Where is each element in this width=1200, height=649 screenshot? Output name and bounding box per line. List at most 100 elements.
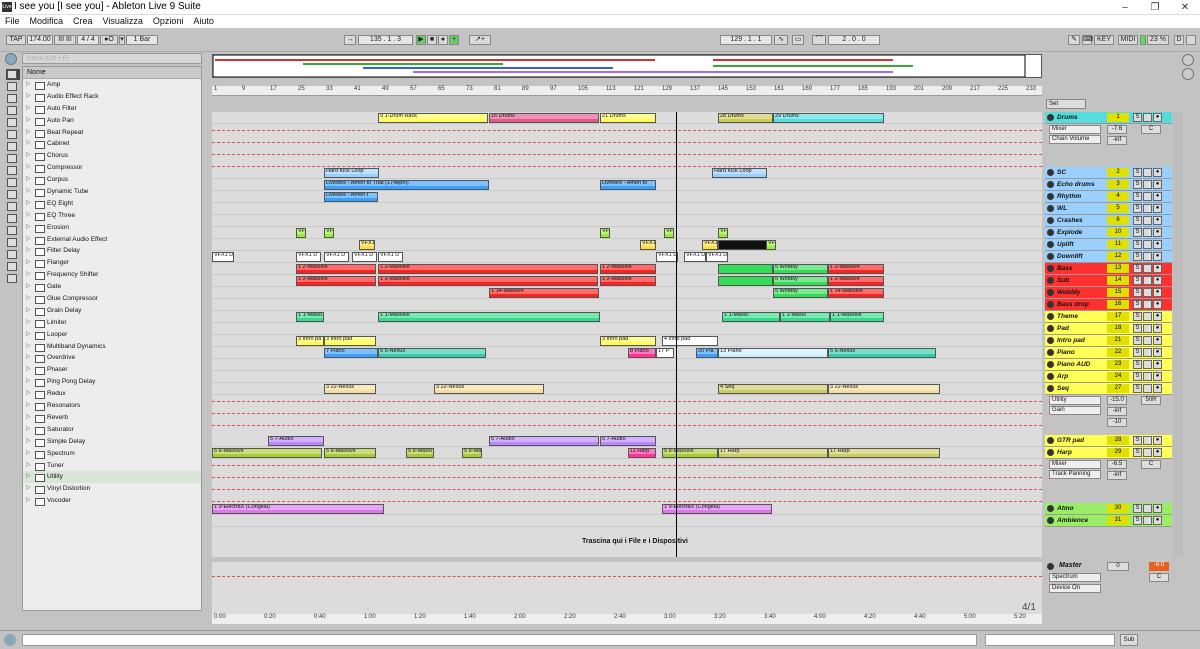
track-activator[interactable]: 10 [1107,228,1129,237]
stop-icon[interactable]: ■ [427,35,437,45]
browser-item[interactable]: Reverb [23,412,201,424]
browser-item[interactable]: Overdrive [23,352,201,364]
track-header[interactable]: Drums 1 S ● [1045,112,1172,124]
arrangement-lane[interactable] [212,239,1042,251]
arm-button[interactable] [1143,180,1152,189]
solo-button[interactable]: S [1133,192,1142,201]
arrangement-lane[interactable] [212,311,1042,323]
master-lane[interactable]: 4/1 [212,562,1042,614]
parameter-value[interactable]: -15.0 [1107,396,1127,405]
arrangement-clip[interactable]: 17 Harp [828,448,940,458]
arm-button[interactable] [1143,288,1152,297]
track-fold-icon[interactable] [1047,193,1054,200]
browser-item[interactable]: Phaser [23,364,201,376]
track-activator[interactable]: 17 [1107,312,1129,321]
browser-item[interactable]: Amp [23,79,201,91]
arrangement-clip[interactable]: VFX1 D [296,252,321,262]
session-view-icon[interactable] [1182,68,1194,80]
track-activator[interactable]: 24 [1107,372,1129,381]
track-fold-icon[interactable] [1047,217,1054,224]
draw-mode-icon[interactable]: ✎ [1068,35,1080,45]
browser-item[interactable]: Looper [23,329,201,341]
arrangement-clip[interactable]: 5 8-Massive [324,448,376,458]
record-button[interactable]: ● [1153,240,1162,249]
browser-item[interactable]: Corpus [23,174,201,186]
track-activator[interactable]: 11 [1107,240,1129,249]
browser-item[interactable]: Auto Filter [23,103,201,115]
maximize-button[interactable]: ❐ [1140,0,1170,15]
record-button[interactable]: ● [1153,113,1162,122]
arrangement-clip[interactable] [718,240,772,250]
browser-item[interactable]: EQ Three [23,210,201,222]
track-header[interactable]: Piano AUD 23 S ● [1045,359,1172,371]
record-button[interactable]: ● [1153,436,1162,445]
view-toggle-icons[interactable] [1142,634,1194,646]
track-header[interactable]: Rhythm 4 S ● [1045,191,1172,203]
solo-button[interactable]: S [1133,204,1142,213]
track-fold-icon[interactable] [1047,241,1054,248]
master-volume[interactable]: -6.0 [1149,562,1169,571]
solo-button[interactable]: S [1133,448,1142,457]
folder-icon[interactable] [7,214,17,223]
track-activator[interactable]: 18 [1107,324,1129,333]
solo-button[interactable]: S [1133,516,1142,525]
browser-item[interactable]: Multiband Dynamics [23,341,201,353]
current-project-icon[interactable] [7,202,17,211]
record-button[interactable]: ● [1153,360,1162,369]
record-button[interactable]: ● [1153,372,1162,381]
browser-item[interactable]: Spectrum [23,448,201,460]
track-header[interactable]: Harp 29 S ● [1045,447,1172,459]
arrangement-clip[interactable]: 1 1-Massi [296,312,324,322]
solo-button[interactable]: S [1133,228,1142,237]
folder-icon[interactable] [7,250,17,259]
arm-button[interactable] [1143,216,1152,225]
beat-ruler[interactable]: 1 9 17 25 33 41 49 57 65 73 81 89 97 105 113 121 129 137 1… [212,86,1042,96]
minimize-button[interactable]: – [1110,0,1140,15]
arrangement-clip[interactable]: VF [766,240,776,250]
menu-opzioni[interactable]: Opzioni [148,15,189,28]
set-button[interactable]: Set [1046,99,1086,109]
track-activator[interactable]: 28 [1107,436,1129,445]
punch-out-icon[interactable]: ⌒ [812,35,826,45]
sub-button[interactable]: Sub [1120,634,1138,646]
arrangement-lane[interactable] [212,203,1042,215]
arrangement-overview[interactable] [212,54,1042,78]
track-header[interactable]: Downlift 12 S ● [1045,251,1172,263]
arrangement-clip[interactable]: 1 2-Massive [378,276,598,286]
audio-effects-icon[interactable] [7,106,17,115]
scroll-wheel-icon[interactable] [1182,54,1194,66]
record-button[interactable]: ● [1153,276,1162,285]
punch-in-icon[interactable]: ▭ [792,35,804,45]
max-for-live-icon[interactable] [7,130,17,139]
record-button[interactable]: ● [1153,288,1162,297]
track-fold-icon[interactable] [1047,517,1054,524]
record-button[interactable]: ● [1153,448,1162,457]
track-activator[interactable]: 21 [1107,336,1129,345]
master-device-select[interactable]: Spectrum [1049,573,1101,582]
arrangement-clip[interactable] [718,264,773,274]
track-header[interactable]: Arp 24 S ● [1045,371,1172,383]
arm-button[interactable] [1143,252,1152,261]
arrangement-clip[interactable]: Hard Kick Loop [712,168,767,178]
parameter-value[interactable]: 50R [1141,396,1161,405]
solo-button[interactable]: S [1133,348,1142,357]
arrangement-clip[interactable]: 4 Intro pad [662,336,718,346]
track-header[interactable]: Ambience 31 S ● [1045,515,1172,527]
arrangement-clip[interactable]: 5 7-Audio [489,436,599,446]
device-select[interactable]: Mixer [1049,125,1101,134]
metronome-button[interactable]: ●O [100,35,118,45]
solo-button[interactable]: S [1133,168,1142,177]
browser-item[interactable]: Compressor [23,162,201,174]
arrangement-clip[interactable]: 1 2-Massive [828,276,884,286]
arrangement-clip[interactable]: VFX1 D [352,252,377,262]
parameter-value[interactable]: -7.6 [1107,125,1127,134]
browser-search-input[interactable]: Cerca (Ctrl + F) [22,53,202,64]
arm-button[interactable] [1143,360,1152,369]
browser-item[interactable]: Cabinet [23,138,201,150]
arrangement-clip[interactable]: Livewire - Amen t [324,192,378,202]
track-fold-icon[interactable] [1047,325,1054,332]
arrangement-clip[interactable]: 3 Intro pad [324,336,376,346]
arrangement-clip[interactable]: VFX1 D [324,252,349,262]
arrangement-clip[interactable]: VF [600,228,610,238]
solo-button[interactable]: S [1133,288,1142,297]
